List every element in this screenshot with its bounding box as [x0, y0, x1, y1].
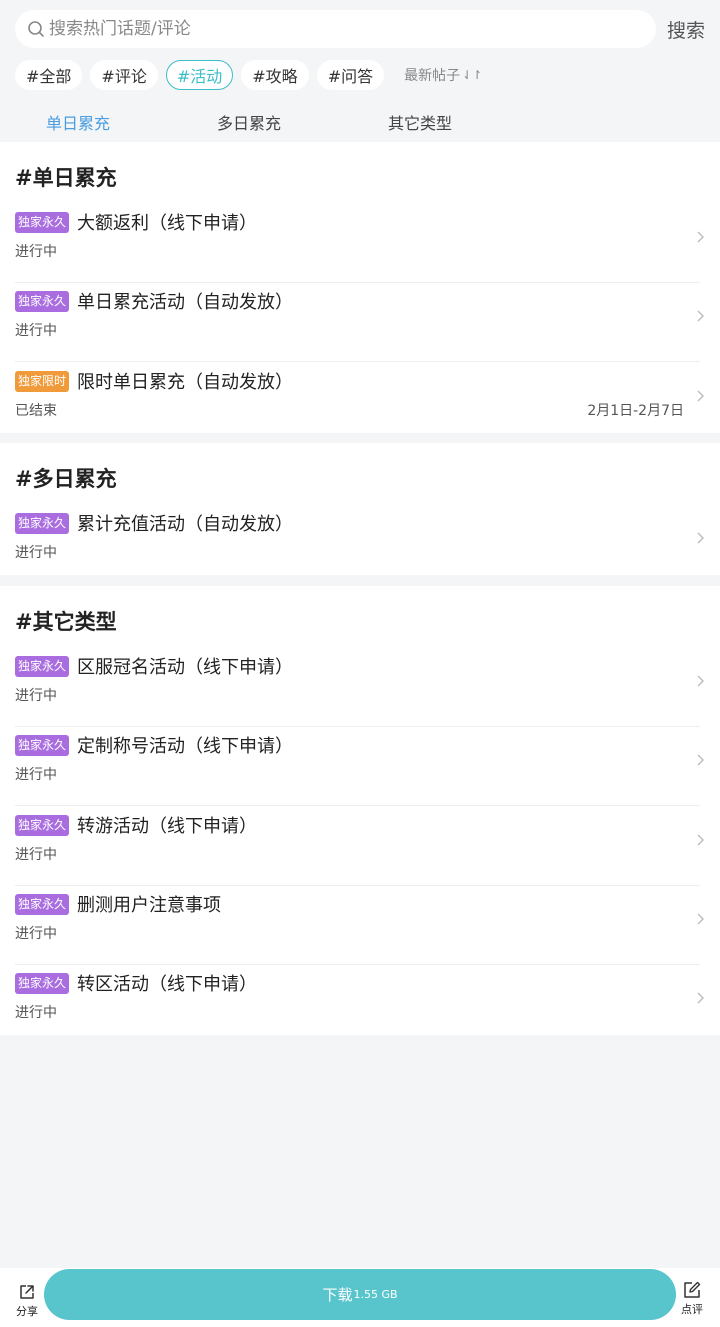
tag-all[interactable]: #全部	[15, 60, 83, 90]
chevron-right-icon	[697, 532, 704, 544]
bottom-bar: 分享 下载 1.55 GB 点评	[0, 1268, 720, 1327]
tag-qa[interactable]: #问答	[316, 60, 385, 90]
chevron-right-icon	[697, 231, 704, 243]
sort-label: 最新帖子	[404, 68, 461, 84]
section-title: #单日累充	[15, 166, 117, 190]
item-title: 定制称号活动（线下申请）	[77, 736, 293, 757]
item-status: 进行中	[15, 926, 57, 942]
category-tabs: 单日累充 多日累充 其它类型	[0, 100, 720, 140]
item-title: 转区活动（线下申请）	[77, 974, 257, 995]
badge: 独家永久	[15, 815, 70, 836]
list-item[interactable]: 独家永久 定制称号活动（线下申请） 进行中	[15, 727, 705, 806]
sort-button[interactable]: 最新帖子 ⇃↾	[404, 65, 482, 85]
item-title: 区服冠名活动（线下申请）	[77, 657, 293, 678]
badge: 独家永久	[15, 973, 70, 994]
badge: 独家永久	[15, 291, 70, 312]
list-item[interactable]: 独家永久 转区活动（线下申请） 进行中	[15, 965, 705, 1035]
badge: 独家永久	[15, 513, 70, 534]
badge: 独家永久	[15, 735, 70, 756]
section-other: #其它类型 独家永久 区服冠名活动（线下申请） 进行中 独家永久 定制称号活动（…	[0, 586, 720, 1035]
item-date: 2月1日-2月7日	[587, 403, 684, 419]
chevron-right-icon	[697, 390, 704, 402]
item-status: 进行中	[15, 688, 57, 704]
tab-single-day[interactable]: 单日累充	[46, 110, 110, 134]
tag-review[interactable]: #评论	[90, 60, 158, 90]
share-icon	[20, 1285, 34, 1299]
item-status: 进行中	[15, 323, 57, 339]
item-title: 单日累充活动（自动发放）	[77, 292, 293, 313]
share-label: 分享	[16, 1305, 38, 1318]
item-title: 累计充值活动（自动发放）	[77, 514, 293, 535]
divider	[15, 805, 700, 806]
tag-activity[interactable]: #活动	[165, 60, 234, 90]
chevron-right-icon	[697, 310, 704, 322]
search-icon	[28, 21, 44, 37]
item-title: 限时单日累充（自动发放）	[77, 372, 293, 393]
item-status: 已结束	[15, 403, 57, 419]
chevron-right-icon	[697, 754, 704, 766]
badge: 独家永久	[15, 894, 70, 915]
sort-arrows-icon: ⇃↾	[462, 68, 483, 82]
list-item[interactable]: 独家永久 单日累充活动（自动发放） 进行中	[15, 283, 705, 362]
review-label: 点评	[681, 1303, 703, 1316]
item-status: 进行中	[15, 545, 57, 561]
section-title: #多日累充	[15, 467, 117, 491]
review-button[interactable]: 点评	[678, 1280, 706, 1317]
item-title: 大额返利（线下申请）	[77, 213, 257, 234]
badge: 独家限时	[15, 371, 70, 392]
item-status: 进行中	[15, 847, 57, 863]
search-button[interactable]: 搜索	[667, 16, 705, 43]
item-status: 进行中	[15, 767, 57, 783]
list-item[interactable]: 独家永久 大额返利（线下申请） 进行中	[15, 204, 705, 283]
chevron-right-icon	[697, 834, 704, 846]
item-status: 进行中	[15, 1005, 57, 1021]
section-title: #其它类型	[15, 610, 117, 634]
divider	[15, 361, 700, 362]
badge: 独家永久	[15, 212, 70, 233]
item-title: 转游活动（线下申请）	[77, 816, 257, 837]
search-row: 搜索	[0, 0, 720, 58]
item-status: 进行中	[15, 244, 57, 260]
badge: 独家永久	[15, 656, 70, 677]
list-item[interactable]: 独家永久 区服冠名活动（线下申请） 进行中	[15, 648, 705, 727]
tab-other[interactable]: 其它类型	[388, 110, 452, 134]
item-title: 删测用户注意事项	[77, 895, 221, 916]
search-input[interactable]	[49, 19, 609, 39]
section-single-day: #单日累充 独家永久 大额返利（线下申请） 进行中 独家永久 单日累充活动（自动…	[0, 142, 720, 433]
chevron-right-icon	[697, 675, 704, 687]
chevron-right-icon	[697, 992, 704, 1004]
section-multi-day: #多日累充 独家永久 累计充值活动（自动发放） 进行中	[0, 443, 720, 575]
search-box[interactable]	[15, 10, 656, 48]
list-item[interactable]: 独家永久 删测用户注意事项 进行中	[15, 886, 705, 965]
list-item[interactable]: 独家永久 转游活动（线下申请） 进行中	[15, 807, 705, 886]
download-button[interactable]: 下载 1.55 GB	[44, 1269, 676, 1320]
list-item[interactable]: 独家限时 限时单日累充（自动发放） 已结束 2月1日-2月7日	[15, 363, 705, 433]
tag-guide[interactable]: #攻略	[241, 60, 309, 90]
chevron-right-icon	[697, 913, 704, 925]
download-size: 1.55 GB	[353, 1288, 398, 1301]
share-button[interactable]: 分享	[8, 1282, 46, 1319]
list-item[interactable]: 独家永久 累计充值活动（自动发放） 进行中	[15, 505, 705, 575]
edit-icon	[684, 1281, 701, 1298]
topic-tags: #全部 #评论 #活动 #攻略 #问答 最新帖子 ⇃↾	[15, 59, 482, 91]
tab-multi-day[interactable]: 多日累充	[217, 110, 281, 134]
download-label: 下载	[322, 1286, 353, 1304]
